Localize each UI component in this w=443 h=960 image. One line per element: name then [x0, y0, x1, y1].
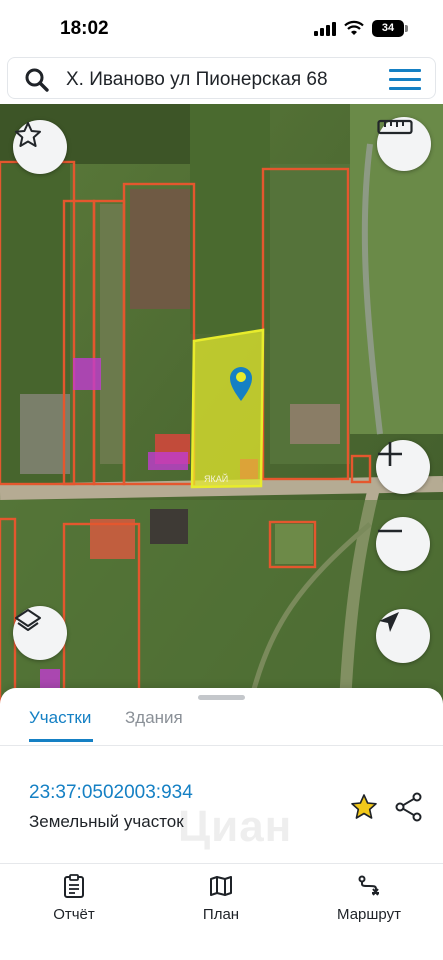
- star-outline-icon: [15, 122, 41, 147]
- navigation-arrow-icon: [379, 612, 399, 632]
- nav-route-label: Маршрут: [337, 906, 401, 923]
- tab-parcels[interactable]: Участки: [29, 708, 94, 742]
- tab-bar: Участки Здания: [0, 700, 443, 746]
- parcel-list-item[interactable]: Циан 23:37:0502003:934 Земельный участок: [0, 760, 443, 864]
- building-marker: [73, 358, 101, 390]
- tab-buildings[interactable]: Здания: [125, 708, 183, 742]
- nav-report-label: Отчёт: [53, 906, 95, 923]
- battery-indicator: 34: [372, 20, 404, 37]
- building-marker: [148, 452, 188, 470]
- report-icon: [64, 874, 84, 898]
- battery-tip: [405, 25, 408, 32]
- wifi-icon: [344, 20, 364, 35]
- zoom-in-button[interactable]: [376, 440, 430, 494]
- menu-icon[interactable]: [389, 69, 421, 91]
- search-bar[interactable]: Х. Иваново ул Пионерская 68: [7, 57, 436, 99]
- favorite-map-button[interactable]: [13, 120, 67, 174]
- my-location-button[interactable]: [376, 609, 430, 663]
- route-icon: [358, 875, 379, 896]
- favorite-star-icon[interactable]: [349, 792, 379, 822]
- bottom-sheet[interactable]: Участки Здания Циан 23:37:0502003:934 Зе…: [0, 688, 443, 960]
- minus-icon: [378, 529, 402, 533]
- zoom-out-button[interactable]: [376, 517, 430, 571]
- bottom-navigation: Отчёт План Маршрут: [0, 868, 443, 960]
- cellular-signal-icon: [314, 22, 336, 36]
- search-input[interactable]: Х. Иваново ул Пионерская 68: [66, 69, 328, 91]
- layers-button[interactable]: [13, 606, 67, 660]
- watermark: Циан: [178, 802, 293, 851]
- plus-icon: [378, 442, 402, 466]
- nav-route[interactable]: Маршрут: [314, 874, 424, 923]
- cadastral-number[interactable]: 23:37:0502003:934: [29, 782, 193, 804]
- ruler-icon: [377, 119, 413, 135]
- nav-report[interactable]: Отчёт: [19, 874, 129, 923]
- status-time: 18:02: [60, 18, 109, 39]
- parcel-type: Земельный участок: [29, 812, 184, 831]
- parcel-map-label: ЯКАЙ: [204, 473, 228, 484]
- map-plan-icon: [210, 876, 232, 896]
- status-bar: 18:02 34: [0, 0, 443, 56]
- layers-icon: [15, 609, 41, 631]
- share-icon[interactable]: [395, 792, 423, 822]
- search-icon[interactable]: [24, 67, 50, 93]
- nav-plan[interactable]: План: [166, 874, 276, 923]
- map-view[interactable]: ЯКАЙ: [0, 104, 443, 704]
- ruler-button[interactable]: [377, 117, 431, 171]
- nav-plan-label: План: [202, 906, 240, 923]
